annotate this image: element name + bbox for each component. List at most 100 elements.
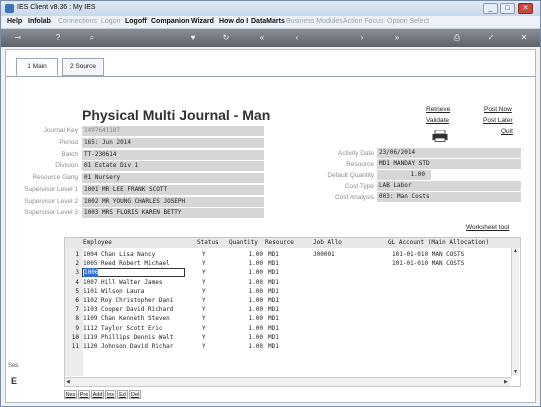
employee-cell[interactable]: 1004 Chan Lisa Nancy: [83, 250, 155, 259]
resource-cell[interactable]: MD1: [268, 324, 279, 333]
table-row[interactable]: 3 1006 Y 1.00 MD1: [65, 268, 511, 278]
resource-cell[interactable]: MD1: [268, 278, 279, 287]
status-cell[interactable]: Y: [202, 342, 206, 351]
employee-cell[interactable]: 1005 Reed Robert Michael: [83, 259, 170, 268]
col-status[interactable]: Status: [197, 239, 219, 246]
help-icon[interactable]: ?: [53, 33, 63, 43]
close-button[interactable]: ✕: [518, 3, 533, 14]
minimize-button[interactable]: _: [483, 3, 498, 14]
resource-gang-field[interactable]: 01 Nursery: [82, 173, 264, 183]
back-icon[interactable]: ‹: [292, 33, 302, 43]
quantity-cell[interactable]: 1.00: [233, 259, 263, 268]
employee-cell[interactable]: 1103 Cooper David Richard: [83, 305, 173, 314]
table-row[interactable]: 1 1004 Chan Lisa Nancy Y 1.00 MD1 J00001 101-0…: [65, 250, 511, 259]
fast-forward-icon[interactable]: »: [392, 33, 402, 43]
key-icon[interactable]: ⊸: [13, 33, 23, 43]
scroll-up-icon[interactable]: ▲: [513, 248, 518, 254]
add-button[interactable]: Add: [91, 390, 104, 399]
scroll-left-icon[interactable]: ◀: [66, 379, 70, 385]
printer-icon[interactable]: [432, 129, 448, 142]
resource-cell[interactable]: MD1: [268, 305, 279, 314]
table-row[interactable]: 10 1119 Phillips Dennis Walt Y 1.00 MD1: [65, 333, 511, 342]
forward-icon[interactable]: ›: [357, 33, 367, 43]
quantity-cell[interactable]: 1.00: [233, 250, 263, 259]
employee-cell[interactable]: 1109 Chan Kenneth Steven: [83, 314, 170, 323]
employee-cell[interactable]: 1120 Johnson David Richar: [83, 342, 173, 351]
col-quantity[interactable]: Quantity: [229, 239, 258, 246]
status-cell[interactable]: Y: [202, 268, 206, 277]
table-row[interactable]: 4 1007 Hill Walter James Y 1.00 MD1: [65, 278, 511, 287]
status-cell[interactable]: Y: [202, 287, 206, 296]
check-icon[interactable]: ✓: [486, 33, 496, 43]
status-cell[interactable]: Y: [202, 250, 206, 259]
resource-cell[interactable]: MD1: [268, 268, 279, 277]
col-resource[interactable]: Resource: [265, 239, 294, 246]
menu-datamarts[interactable]: DataMarts: [251, 18, 285, 25]
resource-cell[interactable]: MD1: [268, 333, 279, 342]
batch-field[interactable]: TT-230614: [82, 150, 264, 160]
close-icon[interactable]: ✕: [519, 33, 529, 43]
status-cell[interactable]: Y: [202, 296, 206, 305]
quantity-cell[interactable]: 1.00: [233, 278, 263, 287]
side-e-icon[interactable]: E: [11, 376, 17, 386]
table-row[interactable]: 2 1005 Reed Robert Michael Y 1.00 MD1 101-01-…: [65, 259, 511, 268]
status-cell[interactable]: Y: [202, 305, 206, 314]
heart-icon[interactable]: ♥: [188, 33, 198, 43]
employee-cell[interactable]: 1006: [84, 268, 99, 278]
gl-account-cell[interactable]: 101-01-010 MAN COSTS: [392, 259, 464, 268]
cost-analysis-field[interactable]: 003: Man Costs: [377, 192, 521, 202]
edit-button[interactable]: Ed: [117, 390, 128, 399]
vertical-scrollbar[interactable]: ▲ ▼: [511, 248, 519, 376]
maximize-button[interactable]: □: [500, 3, 515, 14]
col-employee[interactable]: Employee: [83, 239, 112, 246]
resource-cell[interactable]: MD1: [268, 259, 279, 268]
search-icon[interactable]: ⌕: [87, 33, 97, 43]
status-cell[interactable]: Y: [202, 314, 206, 323]
horizontal-scrollbar[interactable]: ◀ ▶: [65, 377, 511, 386]
quantity-cell[interactable]: 1.00: [233, 287, 263, 296]
default-quantity-field[interactable]: 1.00: [377, 170, 431, 180]
supervisor-level-1-field[interactable]: 1001 MR LEE FRANK SCOTT: [82, 185, 264, 195]
rewind-icon[interactable]: «: [257, 33, 267, 43]
menu-how-do-i[interactable]: How do I: [219, 18, 248, 25]
quantity-cell[interactable]: 1.00: [233, 342, 263, 351]
activity-date-field[interactable]: 23/06/2014: [377, 148, 521, 158]
table-row[interactable]: 7 1103 Cooper David Richard Y 1.00 MD1: [65, 305, 511, 314]
employee-cell[interactable]: 1119 Phillips Dennis Walt: [83, 333, 173, 342]
resource-field[interactable]: MD1 MANDAY STD: [377, 159, 521, 169]
journal-key-field[interactable]: 1497641107: [82, 126, 264, 136]
menu-help[interactable]: Help: [7, 18, 22, 25]
table-row[interactable]: 9 1112 Taylor Scott Eric Y 1.00 MD1: [65, 324, 511, 333]
resource-cell[interactable]: MD1: [268, 250, 279, 259]
col-job-allo[interactable]: Job Allo: [313, 239, 342, 246]
retrieve-link[interactable]: Retrieve: [426, 106, 450, 113]
col-gl-account[interactable]: GL Account (Main Allocation): [388, 239, 489, 246]
job-allo-cell[interactable]: J00001: [313, 250, 335, 259]
table-row[interactable]: 5 1101 Wilson Laura Y 1.00 MD1: [65, 287, 511, 296]
print-icon[interactable]: ⎙: [452, 33, 462, 43]
status-cell[interactable]: Y: [202, 278, 206, 287]
quantity-cell[interactable]: 1.00: [233, 333, 263, 342]
quantity-cell[interactable]: 1.00: [233, 296, 263, 305]
refresh-icon[interactable]: ↻: [221, 33, 231, 43]
period-field[interactable]: 165: Jun 2014: [82, 138, 264, 148]
resource-cell[interactable]: MD1: [268, 296, 279, 305]
employee-cell[interactable]: 1112 Taylor Scott Eric: [83, 324, 162, 333]
quantity-cell[interactable]: 1.00: [233, 324, 263, 333]
division-field[interactable]: 01 Estate Div 1: [82, 161, 264, 171]
delete-button[interactable]: Del: [129, 390, 141, 399]
menu-wizard[interactable]: Wizard: [191, 18, 214, 25]
employee-cell[interactable]: 1102 Roy Christopher Dani: [83, 296, 173, 305]
quantity-cell[interactable]: 1.00: [233, 268, 263, 277]
employee-cell[interactable]: 1007 Hill Walter James: [83, 278, 162, 287]
status-cell[interactable]: Y: [202, 324, 206, 333]
next-button[interactable]: Nex: [64, 390, 77, 399]
gl-account-cell[interactable]: 101-01-010 MAN COSTS: [392, 250, 464, 259]
status-cell[interactable]: Y: [202, 259, 206, 268]
scroll-down-icon[interactable]: ▼: [513, 369, 518, 375]
post-now-link[interactable]: Post Now: [484, 106, 512, 113]
menu-infolab[interactable]: Infolab: [28, 18, 51, 25]
menu-companion[interactable]: Companion: [151, 18, 190, 25]
quantity-cell[interactable]: 1.00: [233, 305, 263, 314]
quantity-cell[interactable]: 1.00: [233, 314, 263, 323]
